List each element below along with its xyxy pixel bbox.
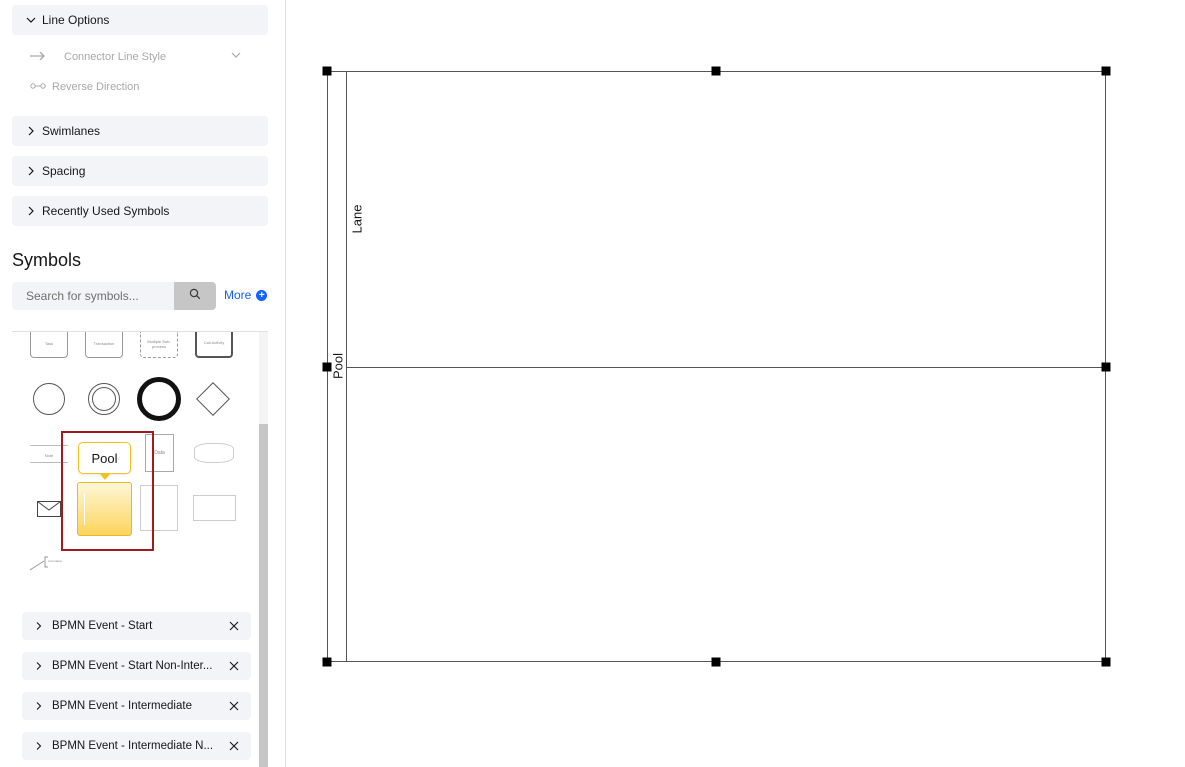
- resize-handle-bottom-left[interactable]: [322, 657, 332, 667]
- scrollbar[interactable]: [259, 332, 268, 767]
- inner-circle: [92, 387, 116, 411]
- chevron-down-icon: [230, 49, 242, 64]
- add-circle-icon: +: [256, 289, 268, 301]
- connector-line-style-label: Connector Line Style: [64, 51, 167, 63]
- recent-item[interactable]: BPMN Event - Intermediate: [22, 692, 251, 720]
- recently-used-symbols-header[interactable]: Recently Used Symbols: [12, 196, 268, 226]
- task-symbol-label: Task: [44, 341, 54, 346]
- intermediate-event-symbol[interactable]: [88, 383, 120, 415]
- arrow-right-icon: [30, 51, 47, 64]
- search-button[interactable]: [174, 282, 216, 310]
- annotation-symbol[interactable]: Annotation: [29, 554, 64, 572]
- close-icon[interactable]: [228, 660, 240, 672]
- reverse-direction-label: Reverse Direction: [52, 81, 140, 93]
- tooltip-arrow: [100, 474, 110, 480]
- search-icon: [189, 287, 201, 305]
- resize-handle-right[interactable]: [1101, 362, 1111, 372]
- recent-item-label: BPMN Event - Intermediate: [52, 700, 192, 712]
- lane-label[interactable]: Lane: [350, 205, 365, 234]
- recently-used-symbols-label: Recently Used Symbols: [42, 204, 170, 218]
- reverse-direction-button[interactable]: Reverse Direction: [30, 79, 139, 95]
- chevron-right-icon: [24, 204, 38, 218]
- resize-handle-top[interactable]: [711, 66, 721, 76]
- line-options-label: Line Options: [42, 13, 110, 27]
- close-icon[interactable]: [228, 740, 240, 752]
- call-activity-symbol[interactable]: Call Activity: [195, 332, 233, 358]
- recent-item-label: BPMN Event - Intermediate N...: [52, 740, 214, 752]
- scrollbar-thumb[interactable]: [259, 424, 268, 767]
- more-link[interactable]: More +: [224, 288, 268, 302]
- resize-handle-top-left[interactable]: [322, 66, 332, 76]
- pool-symbol[interactable]: [77, 482, 132, 536]
- end-event-symbol[interactable]: [137, 377, 181, 421]
- recent-item-label: BPMN Event - Start: [52, 620, 153, 632]
- reverse-direction-icon: [30, 81, 46, 93]
- line-options-header[interactable]: Line Options: [12, 5, 268, 35]
- annotation-symbol-label: Annotation: [48, 559, 63, 563]
- spacing-header[interactable]: Spacing: [12, 156, 268, 186]
- subprocess-symbol-label: Multiple Sub-process: [147, 339, 171, 349]
- transaction-symbol-label: Transaction: [93, 341, 115, 346]
- data-store-symbol[interactable]: [194, 443, 234, 463]
- pool-label[interactable]: Pool: [331, 353, 346, 379]
- more-label: More: [224, 288, 252, 302]
- left-panel: Line Options Connector Line Style Revers…: [0, 0, 286, 767]
- lane-divider: [346, 367, 1106, 368]
- symbols-title: Symbols: [12, 250, 82, 270]
- chevron-right-icon: [34, 661, 44, 671]
- gateway-symbol[interactable]: [196, 382, 230, 416]
- recent-item[interactable]: BPMN Event - Start Non-Inter...: [22, 652, 251, 680]
- diagram-canvas[interactable]: Pool Lane: [287, 0, 1185, 767]
- search-box[interactable]: [12, 282, 174, 310]
- pool-symbol-divider: [84, 493, 85, 525]
- subprocess-symbol[interactable]: Multiple Sub-process: [140, 332, 178, 358]
- pool-tooltip-label: Pool: [91, 450, 118, 466]
- message-symbol[interactable]: [37, 501, 61, 517]
- app-window: Line Options Connector Line Style Revers…: [0, 0, 1185, 767]
- transaction-symbol[interactable]: Transaction: [85, 332, 123, 358]
- envelope-icon: [37, 501, 61, 517]
- swimlanes-header[interactable]: Swimlanes: [12, 116, 268, 146]
- pool-tooltip: Pool: [78, 442, 131, 474]
- chevron-right-icon: [34, 701, 44, 711]
- resize-handle-bottom-right[interactable]: [1101, 657, 1111, 667]
- connector-line-style-dropdown[interactable]: Connector Line Style: [30, 47, 242, 67]
- start-event-symbol[interactable]: [33, 383, 65, 415]
- group-symbol[interactable]: [193, 495, 236, 521]
- recent-item-label: BPMN Event - Start Non-Inter...: [52, 660, 213, 672]
- task-symbol[interactable]: Task: [30, 332, 68, 358]
- spacing-label: Spacing: [42, 164, 86, 178]
- recent-item[interactable]: BPMN Event - Intermediate N...: [22, 732, 251, 760]
- chevron-right-icon: [34, 741, 44, 751]
- close-icon[interactable]: [228, 700, 240, 712]
- search-input[interactable]: [26, 289, 166, 303]
- recent-item[interactable]: BPMN Event - Start: [22, 612, 251, 640]
- close-icon[interactable]: [228, 620, 240, 632]
- chevron-right-icon: [34, 621, 44, 631]
- chevron-right-icon: [24, 124, 38, 138]
- resize-handle-top-right[interactable]: [1101, 66, 1111, 76]
- chevron-right-icon: [24, 164, 38, 178]
- chevron-down-icon: [24, 13, 38, 27]
- resize-handle-left[interactable]: [322, 362, 332, 372]
- call-activity-symbol-label: Call Activity: [203, 340, 225, 345]
- swimlanes-label: Swimlanes: [42, 124, 101, 138]
- resize-handle-bottom[interactable]: [711, 657, 721, 667]
